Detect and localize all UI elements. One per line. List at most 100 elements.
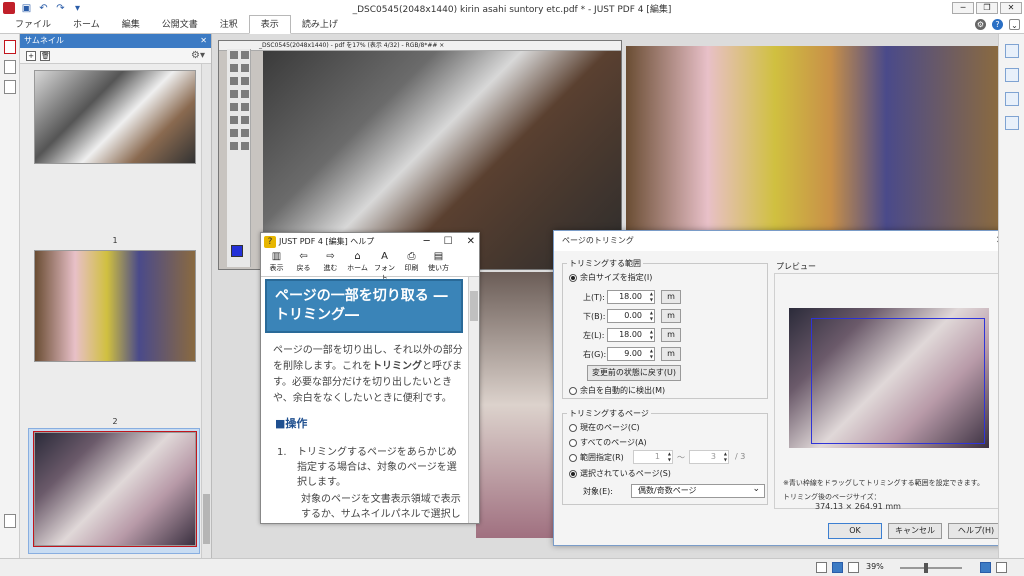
ok-button[interactable]: OK [828,523,882,539]
select-tool-icon[interactable] [816,562,827,573]
radio-icon [569,423,577,432]
scrollbar-thumb[interactable] [470,291,478,321]
tool-icon[interactable] [241,64,249,72]
close-button[interactable]: ✕ [467,233,475,251]
help-icon[interactable]: ? [992,19,1003,30]
help-window[interactable]: ? JUST PDF 4 [編集] ヘルプ ─ ☐ ✕ ▥ 表示 ⇦ 戻る ⇨ 進む … [260,232,480,524]
tool-icon[interactable] [241,77,249,85]
single-page-view-icon[interactable] [980,562,991,573]
tab-annotation[interactable]: 注釈 [209,16,249,34]
current-page-radio[interactable]: 現在のページ(C) [569,422,640,433]
help-forward-button[interactable]: ⇨ 進む [317,251,344,276]
tab-home[interactable]: ホーム [62,16,111,34]
cancel-button[interactable]: キャンセル [888,523,942,539]
unit-button[interactable]: m [661,309,681,323]
left-label: 左(L): [583,331,605,340]
margin-size-radio[interactable]: 余白サイズを指定(I) [569,272,652,283]
tool-icon[interactable] [230,142,238,150]
insert-page-icon[interactable]: + [26,50,36,61]
tool-icon[interactable] [241,103,249,111]
help-button[interactable]: ヘルプ(H) [948,523,1004,539]
fit-page-icon[interactable] [848,562,859,573]
ribbon-tabs: ファイル ホーム 編集 公開文書 注釈 表示 読み上げ ⚙ ? ⌄ [0,15,1024,34]
unit-button[interactable]: m [661,328,681,342]
tool-icon[interactable] [241,90,249,98]
tool-icon[interactable] [230,64,238,72]
thumbnail-scrollbar[interactable] [201,64,211,558]
radio-icon [569,453,577,462]
bottom-margin-input[interactable]: 0.00 [607,309,655,323]
tab-edit[interactable]: 編集 [111,16,151,34]
page-thumbnail[interactable] [34,250,196,362]
tool-icon[interactable] [230,90,238,98]
selected-pages-radio[interactable]: 選択されているページ(S) [569,468,671,479]
tool-icon[interactable] [230,77,238,85]
gear-icon[interactable]: ⚙ [975,19,986,30]
reset-button[interactable]: 変更前の状態に戻す(U) [587,365,681,381]
left-margin-input[interactable]: 18.00 [607,328,655,342]
tab-public-document[interactable]: 公開文書 [151,16,209,34]
tab-read-aloud[interactable]: 読み上げ [291,16,349,34]
translate-icon[interactable] [1004,116,1019,130]
target-label: 対象(E): [583,487,613,496]
two-page-view-icon[interactable] [996,562,1007,573]
tool-icon[interactable] [241,142,249,150]
help-usage-button[interactable]: ▤ 使い方 [425,251,452,276]
preview-area[interactable]: ※青い枠線をドラッグしてトリミングする範囲を設定できます。 トリミング後のページ… [774,273,1004,511]
help-back-button[interactable]: ⇦ 戻る [290,251,317,276]
all-pages-radio[interactable]: すべてのページ(A) [569,437,647,448]
help-home-button[interactable]: ⌂ ホーム [344,251,371,276]
tool-icon[interactable] [230,103,238,111]
range-to-input[interactable]: 3 [689,450,729,464]
tool-icon[interactable] [241,129,249,137]
page-thumbnail[interactable] [34,70,196,164]
maximize-button[interactable]: ❐ [976,2,998,14]
bookmark-panel-icon[interactable] [3,60,16,74]
tab-view[interactable]: 表示 [248,15,291,34]
hand-tool-icon[interactable] [832,562,843,573]
help-font-button[interactable]: A フォント [371,251,398,282]
help-scrollbar[interactable] [468,277,479,523]
info-panel-icon[interactable] [3,514,16,528]
zoom-slider-knob[interactable] [924,563,928,573]
tool-icon[interactable] [230,51,238,59]
document-icon: ▤ [433,251,444,262]
magnify-icon[interactable] [1004,92,1019,106]
close-icon[interactable]: ✕ [200,34,207,48]
page-range-radio[interactable]: 範囲指定(R) [569,452,624,463]
help-step-detail[interactable]: 対象のページを文書表示領域で表示するか、サムネイルパネルで選択します。→ 詳く [301,492,463,523]
right-margin-input[interactable]: 9.00 [607,347,655,361]
tool-icon[interactable] [230,129,238,137]
delete-page-icon[interactable]: 🗑 [40,50,50,61]
gear-icon[interactable]: ⚙▾ [191,50,205,61]
minimize-button[interactable]: ─ [952,2,974,14]
close-button[interactable]: ✕ [1000,2,1022,14]
comment-panel-icon[interactable] [1004,68,1019,82]
help-print-button[interactable]: ⎙ 印刷 [398,251,425,276]
attachment-panel-icon[interactable] [3,80,16,94]
trim-dialog[interactable]: ページのトリミング ✕ トリミングする範囲 余白サイズを指定(I) 上(T): … [553,230,1013,546]
chevron-down-icon[interactable]: ⌄ [1009,19,1020,30]
trim-range-frame[interactable] [811,318,985,444]
tab-file[interactable]: ファイル [4,16,62,34]
zoom-slider[interactable] [900,563,962,573]
unit-button[interactable]: m [661,347,681,361]
unit-button[interactable]: m [661,290,681,304]
target-select[interactable]: 偶数/奇数ページ [631,483,765,498]
range-from-input[interactable]: 1 [633,450,673,464]
color-swatch[interactable] [231,245,243,257]
help-show-button[interactable]: ▥ 表示 [263,251,290,276]
search-icon[interactable] [1004,44,1019,58]
tool-icon[interactable] [241,116,249,124]
tool-icon[interactable] [230,116,238,124]
minimize-button[interactable]: ─ [424,233,430,251]
tool-icon[interactable] [241,51,249,59]
bottom-label: 下(B): [583,312,606,321]
thumbnail-panel-icon[interactable] [3,40,16,54]
auto-detect-radio[interactable]: 余白を自動的に検出(M) [569,385,665,396]
top-margin-input[interactable]: 18.00 [607,290,655,304]
page-thumbnail[interactable] [33,431,197,547]
maximize-button[interactable]: ☐ [444,233,453,251]
scrollbar-thumb[interactable] [203,494,210,544]
window-title: _DSC0545(2048x1440) kirin asahi suntory … [352,5,672,15]
